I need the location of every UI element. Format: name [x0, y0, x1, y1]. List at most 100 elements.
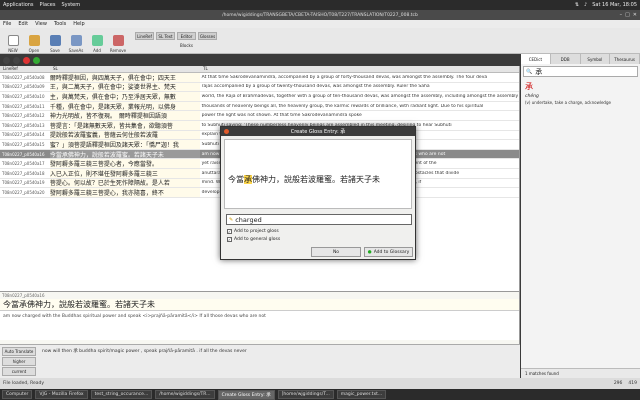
toolbar: NEW Open Save SaveAs Add Remove LineRef … [0, 28, 640, 54]
table-row[interactable]: T08n0227_p0540a09 王，與二萬天子，俱在會中；娑婆世界主、梵天 ra… [0, 82, 519, 93]
dictionary-panel: CEDict DDB Symbol Thesaurus 🔍 承 承 chéng … [521, 54, 640, 378]
accept-icon[interactable] [33, 57, 40, 64]
menu-help[interactable]: Help [73, 21, 84, 27]
row-id: T08n0227_p0540a18 [2, 170, 45, 176]
dialog-titlebar[interactable]: Create Gloss Entry: 承 [221, 127, 415, 136]
nav-controls [3, 57, 40, 64]
segment-editor: T08n0227_p0540a16 今當承佛神力，說般若波羅蜜。若諸天子未 am… [0, 291, 520, 344]
row-sl: 蜜？」須菩提語釋提桓因及諸天眾：「憍尸迦！我 [49, 140, 200, 149]
table-row[interactable]: T08n0227_p0540a11 千種，俱在會中，是諸天眾，業報光明，以佛身 th… [0, 101, 519, 112]
view-toggles: LineRef SL Text Editor Glosses Blocks [135, 32, 217, 50]
plus-icon [91, 34, 103, 46]
add-to-glossary-button[interactable]: ● Add to Glossary [364, 247, 413, 257]
clock[interactable]: Sat 16 Mar, 18:05 [592, 2, 637, 8]
general-gloss-checkbox[interactable]: ✓ Add to general gloss [227, 237, 280, 242]
task-create-gloss[interactable]: Create Gloss Entry: 承 [217, 389, 275, 400]
places-menu[interactable]: Places [40, 2, 56, 8]
save-button[interactable]: Save [45, 29, 65, 53]
network-icon[interactable]: ⇅ [575, 2, 579, 8]
menu-tools[interactable]: Tools [54, 21, 66, 27]
editor-target[interactable]: am now charged with the Buddhas spiritua… [0, 310, 519, 340]
col-lineref[interactable]: LineRef [0, 66, 50, 72]
close-icon[interactable]: ✕ [633, 12, 637, 18]
row-id: T08n0227_p0540a10 [2, 93, 45, 99]
editor-lineref: T08n0227_p0540a16 [2, 293, 45, 298]
col-sl[interactable]: SL [50, 66, 200, 72]
new-file-icon [7, 34, 19, 46]
checkbox-checked-icon: ✓ [227, 237, 232, 242]
tab-cedict[interactable]: CEDict [521, 54, 551, 64]
checkbox-checked-icon: ✓ [227, 229, 232, 234]
add-button[interactable]: Add [87, 29, 107, 53]
dialog-title: Create Gloss Entry: 承 [290, 129, 346, 135]
row-id: T08n0227_p0540a17 [2, 161, 45, 167]
row-tl: world, the Raja of Brahmadevas, together… [201, 93, 519, 99]
system-menu[interactable]: System [61, 2, 80, 8]
row-sl: 菩提言：「是諸無數天眾，皆共集會，欲聽須菩 [49, 120, 200, 130]
task-home-folder-2[interactable]: [home/wjgiddings/T... [277, 390, 334, 399]
row-sl: 王，與二萬天子，俱在會中；娑婆世界主、梵天 [49, 82, 200, 92]
row-sl: 發阿耨多羅三藐三菩提心者，今應當發。 [49, 159, 200, 168]
project-gloss-checkbox[interactable]: ✓ Add to project gloss [227, 229, 279, 234]
toggle-lineref[interactable]: LineRef [135, 32, 154, 40]
prev-icon[interactable] [3, 57, 10, 64]
tab-ddb[interactable]: DDB [551, 54, 581, 64]
task-home-folder[interactable]: /home/wigiddings/TR... [155, 390, 215, 399]
col-tl[interactable]: TL [200, 66, 208, 72]
applications-menu[interactable]: Applications [3, 2, 34, 8]
row-id: T08n0227_p0540a12 [2, 113, 45, 119]
dictionary-search-value: 承 [535, 67, 543, 76]
toggle-sl-text[interactable]: SL Text [156, 32, 175, 40]
menu-view[interactable]: View [35, 21, 47, 27]
dictionary-headword: 承 [525, 82, 533, 91]
task-magic-power[interactable]: magic_power.txt... [336, 390, 387, 399]
task-firefox[interactable]: VJG - Mozilla Firefox [35, 390, 88, 399]
menu-file[interactable]: File [3, 21, 11, 27]
row-sl: 千種，俱在會中，是諸天眾，業報光明，以佛身 [49, 101, 200, 111]
row-sl: 提說般若波羅蜜義，菩薩云何住般若波羅 [49, 130, 200, 140]
gloss-input[interactable]: ✎ charged [226, 214, 412, 225]
new-button[interactable]: NEW [3, 29, 23, 53]
auto-translate-panel: Auto Translate higher current now will t… [0, 344, 520, 378]
close-icon[interactable] [224, 129, 229, 134]
menu-edit[interactable]: Edit [18, 21, 28, 27]
remove-button[interactable]: Remove [108, 29, 128, 53]
toggle-blocks[interactable]: Blocks [177, 41, 196, 49]
minimize-icon[interactable]: – [620, 12, 623, 18]
tab-thesaurus[interactable]: Thesaurus [610, 54, 640, 64]
check-icon: ● [367, 249, 372, 255]
auto-translation-text: now will then 承 buddha spirit/magic powe… [42, 349, 247, 354]
row-id: T08n0227_p0540a19 [2, 180, 45, 186]
menu-bar: File Edit View Tools Help [0, 20, 640, 28]
volume-icon[interactable]: ♪ [584, 2, 587, 8]
maximize-icon[interactable]: □ [625, 12, 630, 18]
toggle-editor[interactable]: Editor [177, 32, 196, 40]
record-icon[interactable] [23, 57, 30, 64]
saveas-button[interactable]: SaveAs [66, 29, 86, 53]
table-row[interactable]: T08n0227_p0540a10 主，與萬梵天，俱在會中；乃至淨居天眾，無數 wo… [0, 92, 519, 102]
matches-count: 1 matches found [521, 368, 640, 378]
table-row[interactable]: T08n0227_p0540a08 爾時釋提桓因，與四萬天子，俱在會中；四天王 At… [0, 73, 519, 83]
window-titlebar[interactable]: /home/wigiddings/TRANSGBETA/CBETA-TAISHO… [0, 10, 640, 20]
table-row[interactable]: T08n0227_p0540a12 神力光明故，皆不復現。 爾時釋提桓因語須 pow… [0, 111, 519, 121]
row-sl: 今當承佛神力，說般若波羅蜜。若諸天子未 [49, 149, 200, 159]
editor-source: 今當承佛神力，說般若波羅蜜。若諸天子未 [0, 299, 519, 310]
folder-icon [28, 34, 40, 46]
task-computer[interactable]: Computer [2, 390, 33, 399]
row-sl: 發阿耨多羅三藐三菩提心，我亦隨喜，終不 [49, 188, 200, 197]
open-button[interactable]: Open [24, 29, 44, 53]
row-sl: 菩提心。何以故？已於生死作障隔故。是人若 [49, 178, 200, 188]
task-test-string[interactable]: test_string_occurance... [90, 390, 153, 399]
status-bar: File loaded, Ready 296 419 [0, 378, 640, 389]
next-icon[interactable] [13, 57, 20, 64]
no-button[interactable]: No [311, 247, 361, 257]
current-button[interactable]: current [2, 367, 36, 376]
higher-button[interactable]: higher [2, 357, 36, 366]
auto-translate-tab[interactable]: Auto Translate [2, 347, 36, 356]
gloss-input-value: charged [235, 215, 262, 224]
row-id: T08n0227_p0540a13 [2, 122, 45, 128]
toggle-glosses[interactable]: Glosses [198, 32, 217, 40]
minus-icon [112, 34, 124, 46]
dictionary-search[interactable]: 🔍 承 [523, 66, 638, 77]
tab-symbol[interactable]: Symbol [581, 54, 611, 64]
